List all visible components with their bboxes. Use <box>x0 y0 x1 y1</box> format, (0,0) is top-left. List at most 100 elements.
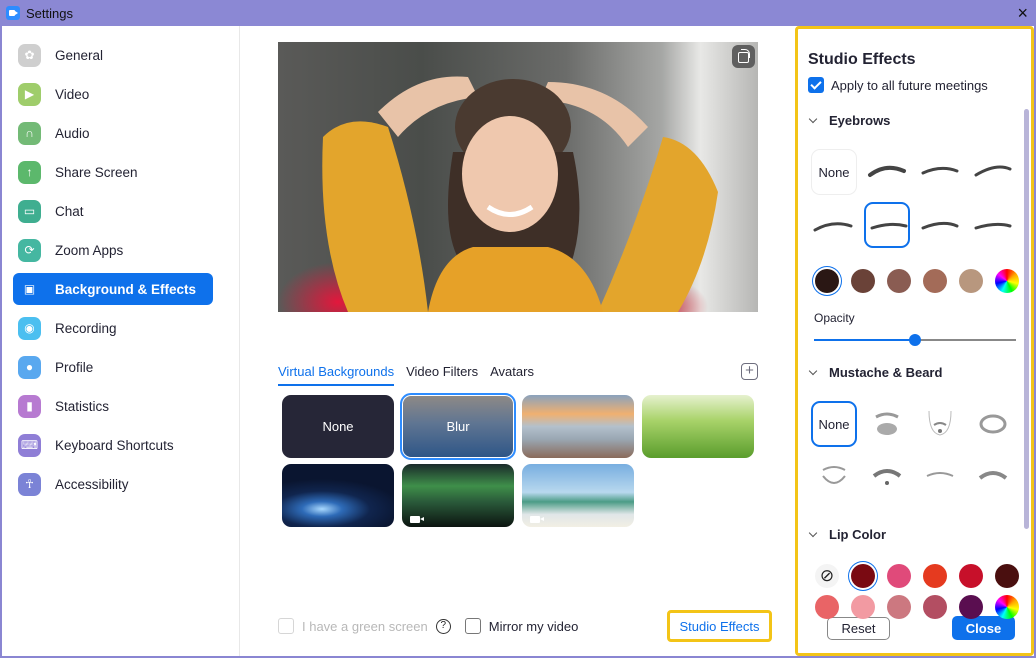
lip-color-swatch[interactable] <box>851 595 875 619</box>
sidebar-item-share-screen[interactable]: ↑ Share Screen <box>13 156 213 188</box>
lip-color-swatch[interactable] <box>851 564 875 588</box>
lip-color-swatch[interactable] <box>959 595 983 619</box>
sidebar-item-audio[interactable]: ∩ Audio <box>13 117 213 149</box>
sidebar-item-label: Statistics <box>55 398 110 414</box>
sidebar-item-general[interactable]: ✿ General <box>13 39 213 71</box>
video-camera-icon: ▶ <box>18 82 41 106</box>
beard-option-goatee[interactable] <box>917 401 963 447</box>
eyebrow-option-eyebrow-3[interactable] <box>970 149 1016 195</box>
beard-shape-icon <box>979 414 1007 434</box>
video-preview <box>278 42 758 312</box>
close-button[interactable]: Close <box>952 616 1015 640</box>
apply-future-row: Apply to all future meetings <box>808 77 988 93</box>
bar-chart-icon: ▮ <box>18 394 41 418</box>
rotate-camera-button[interactable] <box>732 45 755 68</box>
eyebrow-option-none[interactable]: None <box>811 149 857 195</box>
opacity-slider-thumb[interactable] <box>909 334 921 346</box>
tab-avatars[interactable]: Avatars <box>490 364 534 386</box>
eyebrow-color-swatch[interactable] <box>887 269 911 293</box>
eyebrow-option-eyebrow-5[interactable] <box>864 202 910 248</box>
background-northern-lights[interactable] <box>402 464 514 527</box>
settings-window: ✿ General ▶ Video ∩ Audio ↑ Share Screen ▭ Chat ⟳ Z… <box>2 26 1034 656</box>
opacity-slider[interactable] <box>814 334 1016 346</box>
green-screen-label: I have a green screen <box>302 618 428 634</box>
eyebrow-color-swatch[interactable] <box>923 269 947 293</box>
lip-color-swatch[interactable] <box>959 564 983 588</box>
mirror-video-checkbox[interactable] <box>464 618 481 634</box>
lip-color-swatch[interactable] <box>887 564 911 588</box>
share-screen-icon: ↑ <box>18 160 41 184</box>
custom-color-picker[interactable] <box>995 269 1019 293</box>
sidebar-item-statistics[interactable]: ▮ Statistics <box>13 390 213 422</box>
beard-option-mustache-soul-patch[interactable] <box>864 454 910 500</box>
beard-option-bushy-mustache[interactable] <box>970 454 1016 500</box>
background-earth-from-space[interactable] <box>282 464 394 527</box>
eyebrow-shape-icon <box>974 165 1012 177</box>
eyebrow-option-eyebrow-1[interactable] <box>864 149 910 195</box>
beard-heading: Mustache & Beard <box>829 365 943 380</box>
chevron-down-icon <box>808 366 818 375</box>
tab-virtual-backgrounds[interactable]: Virtual Backgrounds <box>278 364 395 386</box>
record-icon: ◉ <box>18 316 41 340</box>
sidebar-item-label: Keyboard Shortcuts <box>55 437 174 453</box>
studio-effects-button[interactable]: Studio Effects <box>667 610 772 642</box>
eyebrow-color-swatch[interactable] <box>815 269 839 293</box>
sidebar-item-keyboard-shortcuts[interactable]: ⌨ Keyboard Shortcuts <box>13 429 213 461</box>
add-background-button[interactable]: + <box>741 363 758 380</box>
lip-color-swatch[interactable] <box>995 564 1019 588</box>
sidebar-item-label: Chat <box>55 203 84 219</box>
background-none[interactable]: None <box>282 395 394 458</box>
lip-color-swatch[interactable] <box>923 595 947 619</box>
eyebrow-option-eyebrow-4[interactable] <box>811 202 857 248</box>
lip-color-swatch[interactable] <box>815 595 839 619</box>
beard-option-none[interactable]: None <box>811 401 857 447</box>
beard-option-thin-mustache[interactable] <box>917 454 963 500</box>
eyebrow-option-eyebrow-6[interactable] <box>917 202 963 248</box>
opacity-label: Opacity <box>814 311 855 325</box>
eyebrow-option-eyebrow-2[interactable] <box>917 149 963 195</box>
help-icon[interactable]: ? <box>435 618 451 634</box>
person-image <box>322 76 718 312</box>
opacity-slider-fill <box>814 339 915 341</box>
sidebar-item-accessibility[interactable]: ☥ Accessibility <box>13 468 213 500</box>
background-beach-palm[interactable] <box>522 464 634 527</box>
beard-option-full-beard[interactable] <box>864 401 910 447</box>
keyboard-icon: ⌨ <box>18 433 41 457</box>
background-golden-gate-bridge[interactable] <box>522 395 634 458</box>
eyebrow-shape-icon <box>921 221 959 230</box>
apply-future-checkbox[interactable] <box>808 77 824 93</box>
sidebar-item-zoom-apps[interactable]: ⟳ Zoom Apps <box>13 234 213 266</box>
eyebrow-option-eyebrow-7[interactable] <box>970 202 1016 248</box>
beard-option-chin-strap[interactable] <box>811 454 857 500</box>
beard-option-circle-beard[interactable] <box>970 401 1016 447</box>
sidebar-item-label: General <box>55 47 104 63</box>
green-screen-checkbox[interactable] <box>278 618 294 634</box>
title-bar: Settings × <box>0 0 1036 26</box>
profile-icon: ● <box>18 355 41 379</box>
lip-color-swatch[interactable] <box>923 564 947 588</box>
sidebar-item-label: Background & Effects <box>55 281 197 297</box>
beard-shape-icon <box>822 466 846 484</box>
eyebrow-color-swatch[interactable] <box>959 269 983 293</box>
mirror-video-label: Mirror my video <box>488 618 579 634</box>
lip-color-section-header[interactable]: Lip Color <box>808 527 886 542</box>
sidebar-item-video[interactable]: ▶ Video <box>13 78 213 110</box>
custom-color-picker[interactable] <box>995 595 1019 619</box>
sidebar-item-background-effects[interactable]: ▣ Background & Effects <box>13 273 213 305</box>
reset-button[interactable]: Reset <box>827 617 890 640</box>
sidebar-item-recording[interactable]: ◉ Recording <box>13 312 213 344</box>
panel-scrollbar[interactable] <box>1024 109 1029 529</box>
beard-section-header[interactable]: Mustache & Beard <box>808 365 943 380</box>
tab-video-filters[interactable]: Video Filters <box>406 364 478 386</box>
sidebar-item-chat[interactable]: ▭ Chat <box>13 195 213 227</box>
window-title: Settings <box>26 5 73 21</box>
no-color-icon[interactable] <box>815 564 839 588</box>
window-close-button[interactable]: × <box>1017 3 1028 23</box>
background-blur[interactable]: Blur <box>400 393 516 460</box>
sidebar-item-profile[interactable]: ● Profile <box>13 351 213 383</box>
eyebrows-section-header[interactable]: Eyebrows <box>808 113 890 128</box>
eyebrow-color-swatch[interactable] <box>851 269 875 293</box>
background-grass[interactable] <box>642 395 754 458</box>
lip-color-swatch[interactable] <box>887 595 911 619</box>
sidebar-item-label: Accessibility <box>55 476 129 492</box>
